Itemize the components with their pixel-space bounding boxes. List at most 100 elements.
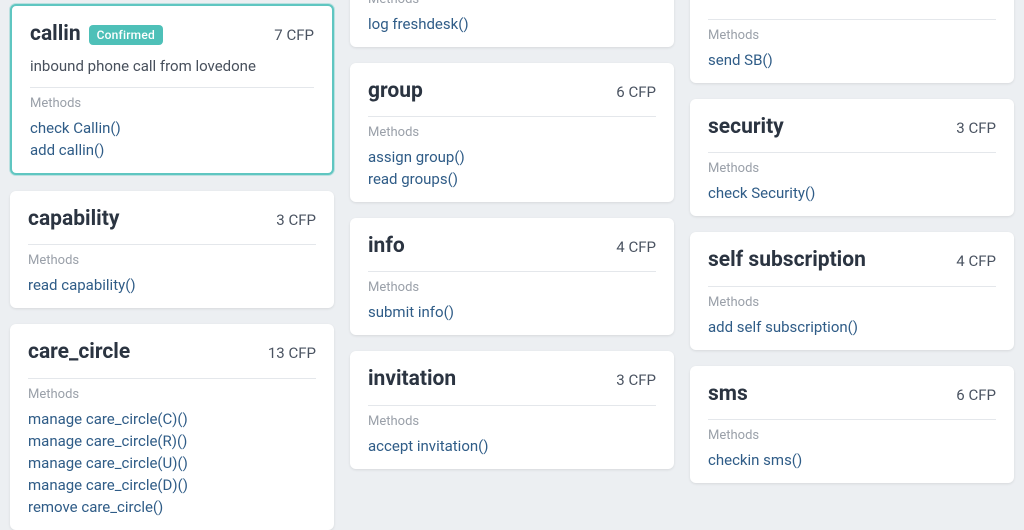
card-sms[interactable]: sms 6 CFP Methods checkin sms() bbox=[690, 366, 1014, 483]
divider bbox=[368, 271, 656, 272]
card-title[interactable]: group bbox=[368, 79, 423, 104]
cfp-value: 4 CFP bbox=[616, 238, 656, 256]
card-header: security 3 CFP bbox=[708, 115, 996, 140]
cfp-number: 3 bbox=[956, 119, 964, 137]
cfp-suffix: CFP bbox=[286, 26, 314, 44]
cfp-value: 6 CFP bbox=[616, 83, 656, 101]
cfp-suffix: CFP bbox=[628, 83, 656, 101]
card-sb[interactable]: sb 3 CFP Methods send SB() bbox=[690, 0, 1014, 83]
card-title[interactable]: security bbox=[708, 115, 784, 140]
card-care_circle[interactable]: care_circle 13 CFP Methods manage care_circ… bbox=[10, 324, 334, 529]
card-self_subscription[interactable]: self subscription4 CFPMethodsadd self su… bbox=[690, 232, 1014, 349]
status-badge: Confirmed bbox=[89, 25, 163, 45]
methods-list: add self subscription() bbox=[708, 318, 996, 336]
method-link[interactable]: read capability() bbox=[28, 276, 136, 294]
methods-label: Methods bbox=[368, 280, 656, 295]
card-title[interactable]: care_circle bbox=[28, 340, 130, 365]
card-header: sms 6 CFP bbox=[708, 382, 996, 407]
methods-label: Methods bbox=[708, 28, 996, 43]
card-freshdesk[interactable]: Methodslog freshdesk() bbox=[350, 0, 674, 47]
methods-list: accept invitation() bbox=[368, 437, 656, 455]
method-link[interactable]: submit info() bbox=[368, 303, 454, 321]
card-title[interactable]: self subscription bbox=[708, 248, 866, 273]
method-link[interactable]: read groups() bbox=[368, 170, 458, 188]
cfp-number: 4 bbox=[956, 252, 964, 270]
methods-label: Methods bbox=[28, 387, 316, 402]
methods-list: checkin sms() bbox=[708, 451, 996, 469]
method-link[interactable]: manage care_circle(D)() bbox=[28, 476, 188, 494]
card-title[interactable]: sms bbox=[708, 382, 748, 407]
cfp-number: 4 bbox=[616, 238, 624, 256]
divider bbox=[708, 19, 996, 20]
cfp-suffix: CFP bbox=[288, 344, 316, 362]
card-info[interactable]: info 4 CFP Methods submit info() bbox=[350, 218, 674, 335]
methods-list: check Security() bbox=[708, 184, 996, 202]
cfp-number: 7 bbox=[274, 26, 282, 44]
method-link[interactable]: manage care_circle(R)() bbox=[28, 432, 187, 450]
card-header: callin Confirmed 7 CFP bbox=[30, 22, 314, 47]
cfp-suffix: CFP bbox=[968, 386, 996, 404]
card-title[interactable]: callin bbox=[30, 22, 81, 47]
card-group[interactable]: group6 CFPMethodsassign group()read grou… bbox=[350, 63, 674, 202]
methods-list: manage care_circle(C)()manage care_circl… bbox=[28, 410, 316, 516]
cfp-number: 6 bbox=[956, 386, 964, 404]
title-row: care_circle bbox=[28, 340, 130, 365]
title-row: self subscription bbox=[708, 248, 866, 273]
card-capability[interactable]: capability3 CFPMethodsread capability() bbox=[10, 191, 334, 308]
method-link[interactable]: check Callin() bbox=[30, 119, 121, 137]
card-title[interactable]: capability bbox=[28, 207, 119, 232]
methods-label: Methods bbox=[708, 428, 996, 443]
cfp-suffix: CFP bbox=[628, 371, 656, 389]
card-description: inbound phone call from lovedone bbox=[30, 57, 314, 75]
card-callin[interactable]: callin Confirmed 7 CFP inbound phone call f… bbox=[10, 4, 334, 175]
column: callin Confirmed 7 CFP inbound phone call f… bbox=[10, 4, 334, 530]
cfp-number: 13 bbox=[268, 344, 285, 362]
card-header: sb 3 CFP bbox=[708, 0, 996, 7]
column: sb 3 CFP Methods send SB() security 3 CFP Meth… bbox=[690, 0, 1014, 530]
card-security[interactable]: security3 CFPMethodscheck Security() bbox=[690, 99, 1014, 216]
cfp-value: 3 CFP bbox=[616, 371, 656, 389]
card-header: capability 3 CFP bbox=[28, 207, 316, 232]
method-link[interactable]: add self subscription() bbox=[708, 318, 858, 336]
title-row: security bbox=[708, 115, 784, 140]
title-row: capability bbox=[28, 207, 119, 232]
card-header: group 6 CFP bbox=[368, 79, 656, 104]
title-row: group bbox=[368, 79, 423, 104]
cfp-number: 6 bbox=[616, 83, 624, 101]
card-title[interactable]: invitation bbox=[368, 367, 456, 392]
cfp-suffix: CFP bbox=[968, 119, 996, 137]
method-link[interactable]: accept invitation() bbox=[368, 437, 489, 455]
card-invitation[interactable]: invitation 3 CFP Methods accept invitation(… bbox=[350, 351, 674, 468]
cfp-value: 3 CFP bbox=[956, 0, 996, 4]
title-row: invitation bbox=[368, 367, 456, 392]
method-link[interactable]: remove care_circle() bbox=[28, 498, 163, 516]
method-link[interactable]: manage care_circle(U)() bbox=[28, 454, 188, 472]
method-link[interactable]: checkin sms() bbox=[708, 451, 802, 469]
methods-list: log freshdesk() bbox=[368, 15, 656, 33]
card-title[interactable]: info bbox=[368, 234, 405, 259]
method-link[interactable]: manage care_circle(C)() bbox=[28, 410, 188, 428]
method-link[interactable]: log freshdesk() bbox=[368, 15, 469, 33]
divider bbox=[368, 116, 656, 117]
column: Methodslog freshdesk()group6 CFPMethodsa… bbox=[350, 0, 674, 530]
method-link[interactable]: send SB() bbox=[708, 51, 773, 69]
title-row: callin Confirmed bbox=[30, 22, 163, 47]
card-title[interactable]: sb bbox=[708, 0, 731, 7]
method-link[interactable]: add callin() bbox=[30, 141, 104, 159]
methods-list: read capability() bbox=[28, 276, 316, 294]
methods-label: Methods bbox=[368, 414, 656, 429]
cfp-number: 3 bbox=[276, 211, 284, 229]
method-link[interactable]: assign group() bbox=[368, 148, 465, 166]
cfp-number: 3 bbox=[616, 371, 624, 389]
methods-list: send SB() bbox=[708, 51, 996, 69]
title-row: info bbox=[368, 234, 405, 259]
card-header: invitation 3 CFP bbox=[368, 367, 656, 392]
cfp-value: 3 CFP bbox=[956, 119, 996, 137]
methods-list: submit info() bbox=[368, 303, 656, 321]
title-row: sb bbox=[708, 0, 731, 7]
cfp-suffix: CFP bbox=[628, 238, 656, 256]
divider bbox=[708, 286, 996, 287]
method-link[interactable]: check Security() bbox=[708, 184, 815, 202]
cfp-value: 7 CFP bbox=[274, 26, 314, 44]
cfp-value: 3 CFP bbox=[276, 211, 316, 229]
